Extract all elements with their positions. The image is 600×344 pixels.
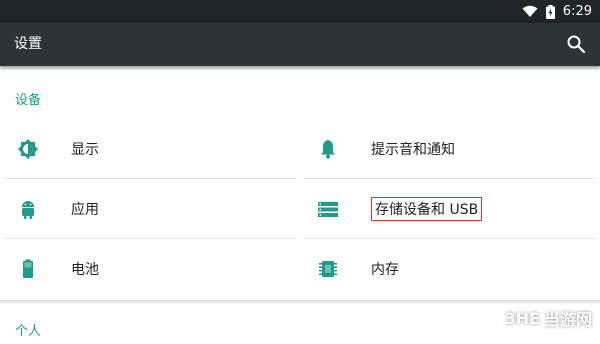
watermark-logo: 3HE bbox=[505, 309, 540, 328]
settings-item-battery[interactable]: 电池 bbox=[3, 240, 298, 298]
settings-item-memory[interactable]: 内存 bbox=[303, 240, 598, 298]
divider bbox=[303, 178, 596, 179]
status-time: 6:29 bbox=[563, 4, 592, 19]
divider bbox=[3, 238, 296, 239]
divider bbox=[303, 238, 596, 239]
settings-item-label: 提示音和通知 bbox=[371, 139, 455, 159]
status-bar: 6:29 bbox=[0, 0, 600, 23]
status-icons: 6:29 bbox=[522, 0, 592, 23]
battery-icon bbox=[17, 258, 39, 280]
settings-item-label: 显示 bbox=[71, 139, 99, 159]
wifi-icon bbox=[522, 5, 538, 18]
settings-item-label: 应用 bbox=[71, 199, 99, 219]
page-title: 设置 bbox=[14, 23, 42, 66]
android-icon bbox=[17, 198, 39, 220]
battery-charging-icon bbox=[546, 5, 555, 19]
watermark-text: 当游网 bbox=[544, 306, 592, 330]
device-section-card: 设备 显示 提示音和通知 bbox=[0, 70, 600, 300]
settings-item-display[interactable]: 显示 bbox=[3, 120, 298, 178]
settings-item-sound-notifications[interactable]: 提示音和通知 bbox=[303, 120, 598, 178]
memory-icon bbox=[317, 258, 339, 280]
watermark: 3HE 当游网 bbox=[505, 306, 592, 330]
section-header-device: 设备 bbox=[15, 89, 41, 108]
settings-item-storage-usb[interactable]: 存储设备和 USB bbox=[303, 180, 598, 238]
settings-item-label: 内存 bbox=[371, 259, 399, 279]
brightness-icon bbox=[17, 138, 39, 160]
toolbar: 设置 bbox=[0, 23, 600, 66]
settings-item-label: 存储设备和 USB bbox=[371, 197, 482, 221]
bell-icon bbox=[317, 138, 339, 160]
search-icon[interactable] bbox=[566, 34, 586, 54]
divider bbox=[3, 178, 296, 179]
settings-item-label: 电池 bbox=[71, 259, 99, 279]
settings-item-apps[interactable]: 应用 bbox=[3, 180, 298, 238]
section-header-personal: 个人 bbox=[15, 320, 41, 339]
storage-icon bbox=[317, 198, 339, 220]
